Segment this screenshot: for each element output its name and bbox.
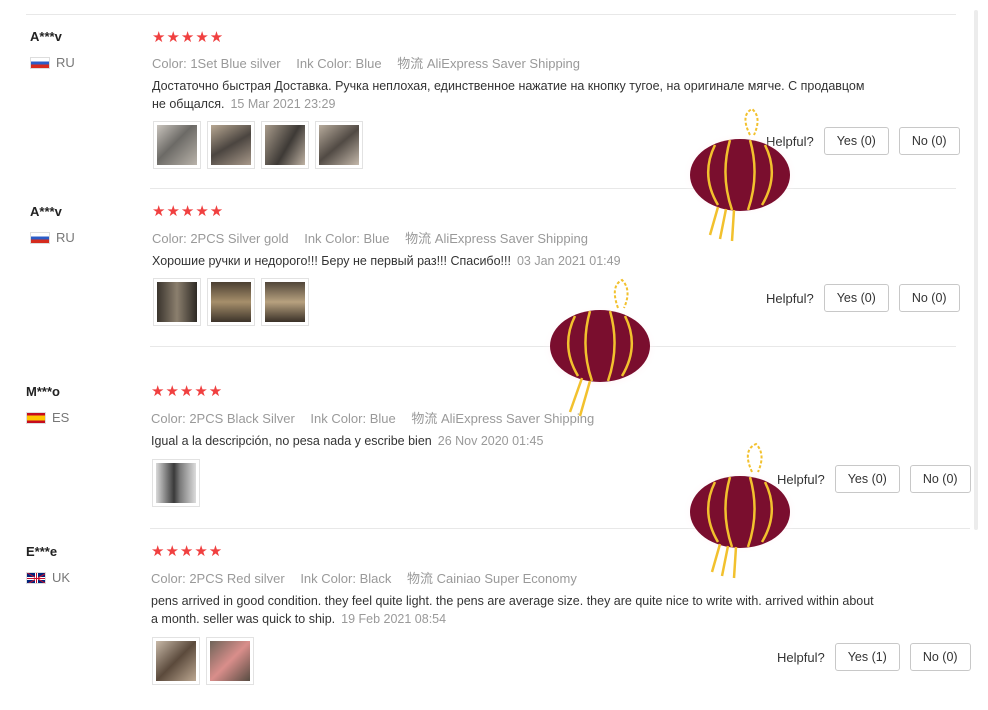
- review-date: 26 Nov 2020 01:45: [437, 434, 544, 448]
- product-attributes: Color: 1Set Blue silver Ink Color: Blue …: [152, 53, 592, 72]
- review-divider: [150, 528, 970, 529]
- color-label: Color:: [152, 56, 187, 71]
- reviewer-country: RU: [30, 230, 75, 245]
- review-photo[interactable]: [261, 121, 309, 169]
- review-text: pens arrived in good condition. they fee…: [151, 592, 881, 628]
- review-photos: [153, 121, 363, 169]
- color-value: 2PCS Black Silver: [189, 411, 295, 426]
- helpful-yes-button[interactable]: Yes (0): [823, 284, 889, 312]
- russia-flag-icon: [30, 231, 50, 244]
- color-label: Color:: [152, 231, 187, 246]
- helpful-section: Helpful? Yes (0) No (0): [766, 284, 960, 312]
- country-code: UK: [52, 570, 71, 585]
- helpful-yes-button[interactable]: Yes (1): [834, 643, 900, 671]
- review-photos: [152, 459, 200, 507]
- helpful-section: Helpful? Yes (0) No (0): [766, 127, 960, 155]
- shipping-value: AliExpress Saver Shipping: [426, 56, 581, 71]
- uk-flag-icon: [26, 571, 46, 584]
- star-rating: ★★★★★: [151, 383, 224, 400]
- helpful-section: Helpful? Yes (0) No (0): [777, 465, 971, 493]
- russia-flag-icon: [30, 56, 50, 69]
- shipping-label: 物流: [407, 571, 434, 586]
- ink-value: Blue: [363, 231, 390, 246]
- reviewer-name: A***v: [30, 29, 62, 44]
- review-date: 03 Jan 2021 01:49: [516, 254, 621, 268]
- color-value: 2PCS Red silver: [189, 571, 285, 586]
- helpful-label: Helpful?: [766, 133, 814, 149]
- helpful-label: Helpful?: [766, 290, 814, 306]
- reviewer-country: RU: [30, 55, 75, 70]
- star-rating: ★★★★★: [152, 29, 225, 46]
- ink-label: Ink Color:: [296, 56, 352, 71]
- reviewer-name: M***o: [26, 384, 60, 399]
- review-date: 19 Feb 2021 08:54: [341, 612, 447, 626]
- review-photo[interactable]: [206, 637, 254, 685]
- review-photo[interactable]: [207, 278, 255, 326]
- ink-label: Ink Color:: [310, 411, 367, 426]
- helpful-no-button[interactable]: No (0): [898, 127, 960, 155]
- shipping-label: 物流: [405, 231, 432, 246]
- review-photo[interactable]: [153, 278, 201, 326]
- color-label: Color:: [151, 571, 186, 586]
- review-body: Хорошие ручки и недорого!!! Беру не перв…: [152, 254, 511, 268]
- review-text: Достаточно быстрая Доставка. Ручка непло…: [152, 77, 872, 113]
- product-attributes: Color: 2PCS Red silver Ink Color: Black …: [151, 568, 589, 587]
- shipping-value: AliExpress Saver Shipping: [434, 231, 588, 246]
- shipping-value: Cainiao Super Economy: [436, 571, 577, 586]
- scrollbar[interactable]: [974, 10, 978, 530]
- ink-label: Ink Color:: [300, 571, 356, 586]
- product-attributes: Color: 2PCS Silver gold Ink Color: Blue …: [152, 228, 600, 247]
- star-rating: ★★★★★: [152, 203, 225, 220]
- color-label: Color:: [151, 411, 186, 426]
- helpful-no-button[interactable]: No (0): [909, 643, 971, 671]
- ink-value: Blue: [355, 56, 382, 71]
- review-photo[interactable]: [207, 121, 255, 169]
- top-divider: [26, 14, 956, 15]
- star-rating: ★★★★★: [151, 543, 224, 560]
- review-text: Igual a la descripción, no pesa nada y e…: [151, 432, 871, 450]
- review-body: Igual a la descripción, no pesa nada y e…: [151, 434, 432, 448]
- country-code: RU: [56, 230, 75, 245]
- review-photo[interactable]: [153, 121, 201, 169]
- review-body: pens arrived in good condition. they fee…: [151, 594, 874, 626]
- color-value: 2PCS Silver gold: [190, 231, 289, 246]
- review-date: 15 Mar 2021 23:29: [230, 97, 336, 111]
- helpful-no-button[interactable]: No (0): [898, 284, 960, 312]
- lantern-icon: [682, 107, 798, 242]
- helpful-yes-button[interactable]: Yes (0): [823, 127, 889, 155]
- reviewer-country: ES: [26, 410, 69, 425]
- reviewer-name: A***v: [30, 204, 62, 219]
- review-photo[interactable]: [261, 278, 309, 326]
- country-code: RU: [56, 55, 75, 70]
- ink-value: Blue: [369, 411, 396, 426]
- helpful-no-button[interactable]: No (0): [909, 465, 971, 493]
- helpful-yes-button[interactable]: Yes (0): [834, 465, 900, 493]
- shipping-label: 物流: [397, 56, 424, 71]
- helpful-label: Helpful?: [777, 649, 825, 665]
- shipping-label: 物流: [411, 411, 438, 426]
- lantern-icon: [682, 442, 798, 579]
- shipping-value: AliExpress Saver Shipping: [440, 411, 595, 426]
- helpful-section: Helpful? Yes (1) No (0): [777, 643, 971, 671]
- review-text: Хорошие ручки и недорого!!! Беру не перв…: [152, 252, 872, 270]
- lantern-icon: [542, 278, 658, 417]
- product-attributes: Color: 2PCS Black Silver Ink Color: Blue…: [151, 408, 606, 427]
- review-photo[interactable]: [315, 121, 363, 169]
- review-photos: [152, 637, 254, 685]
- review-photo[interactable]: [152, 637, 200, 685]
- review-divider: [150, 188, 956, 189]
- reviewer-name: E***e: [26, 544, 58, 559]
- country-code: ES: [52, 410, 70, 425]
- reviewer-country: UK: [26, 570, 70, 585]
- review-photos: [153, 278, 309, 326]
- spain-flag-icon: [26, 411, 46, 424]
- color-value: 1Set Blue silver: [190, 56, 281, 71]
- review-photo[interactable]: [152, 459, 200, 507]
- helpful-label: Helpful?: [777, 471, 825, 487]
- ink-label: Ink Color:: [304, 231, 360, 246]
- review-divider: [150, 346, 956, 347]
- ink-value: Black: [359, 571, 392, 586]
